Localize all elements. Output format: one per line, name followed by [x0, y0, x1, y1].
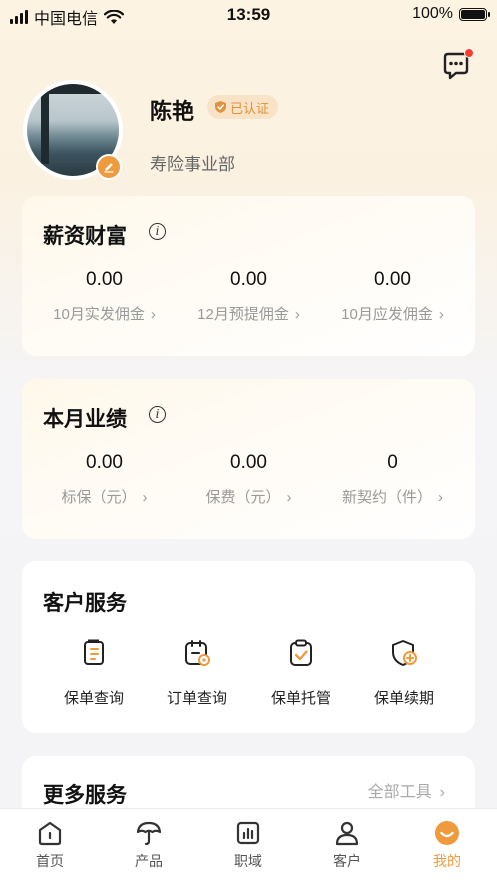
chevron-right-icon: › [438, 306, 444, 323]
stat-value: 0.00 [374, 269, 411, 290]
service-label: 保单托管 [270, 690, 331, 707]
service-policy-renewal[interactable]: 保单续期 [349, 638, 459, 708]
tab-label: 客户 [333, 853, 361, 869]
customer-service-title: 客户服务 [43, 592, 127, 615]
salary-card: 薪资财富 i 0.00 10月实发佣金 › 0.00 12月预提佣金 › 0.00 … [22, 196, 475, 356]
stat-label: 保费（元） › [205, 489, 292, 506]
stat-value: 0.00 [230, 269, 267, 290]
tab-products[interactable]: 产品 [119, 819, 179, 871]
perf-stat-premium[interactable]: 0.00 保费（元） › [176, 452, 321, 507]
stat-label: 10月实发佣金 › [53, 306, 156, 323]
message-button[interactable] [440, 48, 474, 82]
chevron-right-icon: › [294, 306, 300, 323]
chart-icon [236, 821, 260, 845]
tab-label: 产品 [135, 853, 163, 869]
battery-icon [459, 7, 490, 21]
smile-icon [435, 821, 459, 845]
stat-label: 标保（元） › [61, 489, 148, 506]
info-icon[interactable]: i [149, 406, 166, 423]
salary-title: 薪资财富 [43, 225, 127, 248]
home-icon [38, 821, 62, 846]
chevron-right-icon: › [286, 489, 292, 506]
stat-value: 0.00 [86, 269, 123, 290]
tab-workplace[interactable]: 职域 [218, 819, 278, 871]
stat-value: 0.00 [86, 452, 123, 473]
umbrella-icon [136, 821, 162, 846]
policy-renewal-icon [392, 640, 417, 666]
status-right: 100% [412, 5, 490, 23]
more-services-title: 更多服务 [43, 784, 127, 807]
verified-label: 已认证 [230, 100, 270, 116]
tab-bar: 首页 产品 职域 客户 我的 [0, 808, 497, 884]
stat-label: 新契约（件） › [341, 489, 443, 506]
performance-card: 本月业绩 i 0.00 标保（元） › 0.00 保费（元） › 0 新契约（件） › [22, 379, 475, 539]
salary-stat-actual[interactable]: 0.00 10月实发佣金 › [32, 269, 177, 324]
pencil-icon [104, 163, 114, 173]
user-name: 陈艳 [150, 99, 195, 124]
chevron-right-icon: › [438, 489, 443, 506]
service-label: 保单续期 [373, 690, 434, 707]
chevron-right-icon: › [150, 306, 156, 323]
department-label: 寿险事业部 [150, 155, 235, 174]
tab-label: 首页 [36, 853, 64, 869]
policy-custody-icon [290, 639, 312, 666]
policy-query-icon [84, 639, 104, 665]
tab-label: 我的 [433, 853, 461, 869]
avatar-photo-detail [27, 84, 119, 94]
customer-service-card: 客户服务 保单查询 订单查询 保单托管 保单续期 [22, 561, 475, 733]
tab-label: 职域 [234, 853, 262, 869]
tab-home[interactable]: 首页 [20, 819, 80, 871]
stat-value: 0 [387, 452, 398, 473]
stat-label: 10月应发佣金 › [341, 306, 444, 323]
order-query-icon [185, 640, 210, 666]
avatar-photo-detail [41, 94, 49, 164]
person-icon [335, 821, 359, 846]
battery-percent: 100% [412, 5, 453, 22]
service-policy-custody[interactable]: 保单托管 [246, 638, 356, 708]
notification-dot [464, 48, 474, 58]
tab-mine[interactable]: 我的 [417, 819, 477, 871]
chevron-right-icon: › [142, 489, 148, 506]
status-bar: 中国电信 13:59 100% [0, 0, 497, 30]
service-order-query[interactable]: 订单查询 [142, 638, 252, 708]
chevron-right-icon: › [439, 784, 445, 801]
salary-stat-payable[interactable]: 0.00 10月应发佣金 › [320, 269, 465, 324]
info-icon[interactable]: i [149, 223, 166, 240]
service-label: 保单查询 [63, 690, 124, 707]
verified-badge: 已认证 [207, 95, 279, 119]
salary-stat-accrued[interactable]: 0.00 12月预提佣金 › [176, 269, 321, 324]
shield-check-icon [215, 101, 226, 113]
service-label: 订单查询 [166, 690, 227, 707]
all-tools-link[interactable]: 全部工具 › [368, 778, 445, 802]
stat-value: 0.00 [230, 452, 267, 473]
perf-stat-standard[interactable]: 0.00 标保（元） › [32, 452, 177, 507]
perf-stat-new-contracts[interactable]: 0 新契约（件） › [320, 452, 465, 507]
service-policy-query[interactable]: 保单查询 [39, 638, 149, 708]
performance-title: 本月业绩 [43, 408, 127, 431]
stat-label: 12月预提佣金 › [197, 306, 300, 323]
edit-avatar-button[interactable] [96, 154, 122, 180]
tab-customers[interactable]: 客户 [317, 819, 377, 871]
